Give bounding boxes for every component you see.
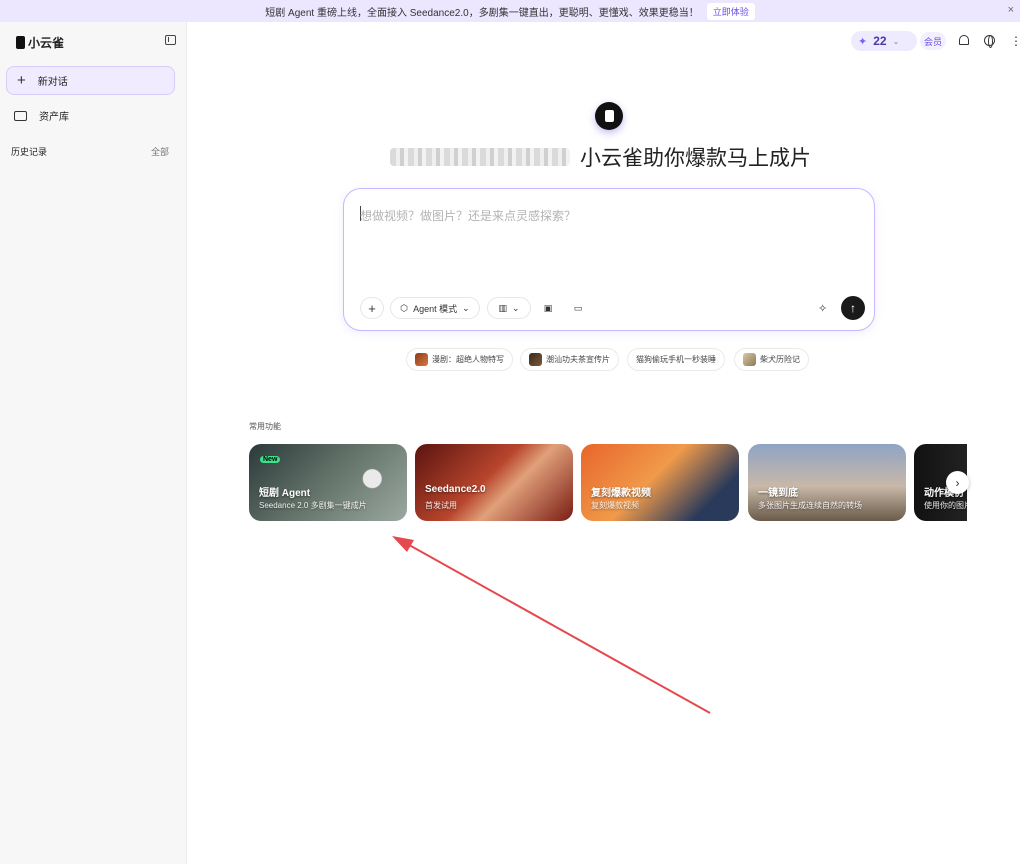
chip-label: 潮汕功夫茶宣传片 bbox=[546, 355, 610, 364]
bell-icon[interactable] bbox=[959, 35, 969, 45]
card-subtitle: 多张图片生成连续自然的转场 bbox=[758, 501, 862, 510]
model-select[interactable]: ▥ ⌄ bbox=[487, 297, 531, 319]
member-button[interactable]: 会员 bbox=[920, 32, 946, 50]
new-chat-button[interactable]: + 新对话 bbox=[6, 66, 175, 95]
carousel-next-button[interactable]: › bbox=[946, 471, 969, 494]
globe-icon[interactable] bbox=[984, 35, 995, 48]
banner-text: 短剧 Agent 重磅上线，全面接入 Seedance2.0，多剧集一键直出，更… bbox=[265, 7, 699, 19]
history-all-link[interactable]: 全部 bbox=[151, 145, 169, 158]
bars-icon: ▥ bbox=[498, 302, 507, 313]
new-chat-label: 新对话 bbox=[37, 77, 68, 88]
logo-icon bbox=[16, 36, 25, 49]
new-badge: New bbox=[260, 456, 281, 463]
banner-cta-button[interactable]: 立即体验 bbox=[706, 2, 755, 20]
prompt-composer[interactable]: 想做视频？做图片？还是来点灵感探索？ + ⬡ Agent 模式 ⌄ ▥ ⌄ ▣ … bbox=[343, 188, 875, 331]
feature-card-seedance[interactable]: Seedance2.0 首发试用 bbox=[415, 444, 573, 521]
feature-carousel: New 短剧 Agent Seedance 2.0 多剧集一键成片 Seedan… bbox=[249, 444, 967, 521]
arrow-line bbox=[401, 540, 711, 714]
magic-wand-icon[interactable]: ✧ bbox=[818, 302, 827, 315]
chip-label: 柴犬历险记 bbox=[760, 355, 800, 364]
agent-mode-dropdown[interactable]: ⬡ Agent 模式 ⌄ bbox=[390, 297, 480, 319]
sidebar-toggle-icon[interactable] bbox=[165, 35, 176, 45]
agent-mode-label: Agent 模式 bbox=[413, 303, 458, 314]
card-title: 复刻爆款视频 bbox=[591, 488, 651, 499]
chevron-down-icon: ⌄ bbox=[892, 36, 900, 46]
feature-card-one-take[interactable]: 一镜到底 多张图片生成连续自然的转场 bbox=[748, 444, 906, 521]
card-subtitle: 首发试用 bbox=[425, 501, 457, 510]
headline-text: 小云雀助你爆款马上成片 bbox=[580, 147, 811, 170]
arrow-head bbox=[392, 536, 414, 552]
prompt-input[interactable]: 想做视频？做图片？还是来点灵感探索？ bbox=[360, 207, 576, 224]
card-subtitle: Seedance 2.0 多剧集一键成片 bbox=[259, 501, 367, 510]
sidebar-item-assets[interactable]: 资产库 bbox=[14, 108, 69, 123]
hero-logo-icon bbox=[595, 102, 623, 130]
ratio-icon[interactable]: ▭ bbox=[568, 297, 588, 319]
history-header: 历史记录 全部 bbox=[11, 145, 169, 158]
card-title: Seedance2.0 bbox=[425, 484, 486, 495]
chip-thumbnail bbox=[529, 353, 542, 366]
plus-icon: + bbox=[17, 72, 26, 89]
suggestion-chip[interactable]: 潮汕功夫茶宣传片 bbox=[520, 348, 619, 371]
chip-thumbnail bbox=[415, 353, 428, 366]
card-title: 短剧 Agent bbox=[259, 488, 311, 499]
feature-card-drama-agent[interactable]: New 短剧 Agent Seedance 2.0 多剧集一键成片 bbox=[249, 444, 407, 521]
cube-icon: ⬡ bbox=[400, 302, 409, 313]
app-name: 小云雀 bbox=[28, 36, 65, 50]
plus-icon: + bbox=[368, 300, 376, 316]
suggestion-chip[interactable]: 猫狗偷玩手机一秒装睡 bbox=[627, 348, 725, 371]
blurred-username bbox=[390, 148, 570, 166]
attach-button[interactable]: + bbox=[360, 297, 384, 319]
more-icon[interactable]: ⋮ bbox=[1010, 34, 1020, 48]
history-label: 历史记录 bbox=[11, 147, 48, 157]
chip-label: 漫剧：超绝人物特写 bbox=[432, 355, 504, 364]
sparkle-icon: ✦ bbox=[858, 35, 868, 48]
chip-label: 猫狗偷玩手机一秒装睡 bbox=[636, 355, 716, 364]
features-section-title: 常用功能 bbox=[249, 422, 281, 431]
card-subtitle: 复刻爆款视频 bbox=[591, 501, 639, 510]
feature-card-remake[interactable]: 复刻爆款视频 复刻爆款视频 bbox=[581, 444, 739, 521]
chip-thumbnail bbox=[743, 353, 756, 366]
chevron-down-icon: ⌄ bbox=[511, 302, 520, 313]
credits-value: 22 bbox=[873, 34, 887, 48]
folder-icon bbox=[14, 110, 27, 121]
sidebar: 小云雀 + 新对话 资产库 历史记录 全部 bbox=[0, 22, 187, 864]
announcement-banner: 短剧 Agent 重磅上线，全面接入 Seedance2.0，多剧集一键直出，更… bbox=[0, 0, 1020, 22]
card-title: 一镜到底 bbox=[758, 488, 798, 499]
send-button[interactable]: ↑ bbox=[841, 296, 865, 320]
layout-icon[interactable]: ▣ bbox=[538, 297, 558, 319]
credits-balance[interactable]: ✦ 22 ⌄ bbox=[851, 31, 917, 51]
app-logo[interactable]: 小云雀 bbox=[16, 34, 64, 51]
suggestion-chip[interactable]: 漫剧：超绝人物特写 bbox=[406, 348, 513, 371]
card-subtitle: 使用你的图片 bbox=[924, 501, 967, 510]
page-headline: 小云雀助你爆款马上成片 bbox=[390, 142, 830, 172]
assets-label: 资产库 bbox=[39, 112, 69, 123]
chevron-down-icon: ⌄ bbox=[462, 302, 470, 313]
suggestion-chip[interactable]: 柴犬历险记 bbox=[734, 348, 809, 371]
close-icon[interactable]: × bbox=[1008, 4, 1014, 16]
